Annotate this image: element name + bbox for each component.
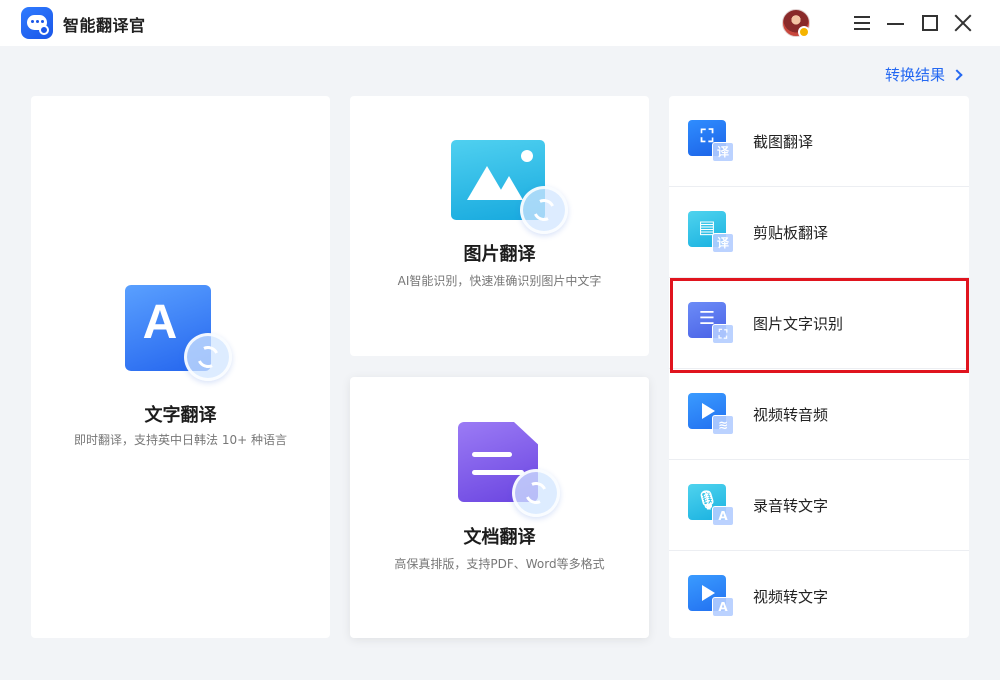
video-to-text-icon: A (688, 575, 736, 619)
image-ocr-icon: ☰ ⛶ (688, 302, 736, 346)
tool-item-video-to-audio[interactable]: ≋ 视频转音频 (669, 369, 969, 460)
conversion-results-link[interactable]: 转换结果 (885, 64, 963, 85)
clipboard-translate-icon: ▤ 译 (688, 211, 736, 255)
sync-icon (512, 469, 560, 517)
tool-item-image-ocr[interactable]: ☰ ⛶ 图片文字识别 (669, 278, 969, 369)
app-logo-icon (21, 7, 53, 39)
tool-label: 录音转文字 (753, 497, 829, 515)
tool-item-clipboard-translate[interactable]: ▤ 译 剪贴板翻译 (669, 187, 969, 278)
sync-icon (184, 333, 232, 381)
maximize-icon[interactable] (920, 13, 940, 33)
screenshot-translate-icon: ⛶ 译 (688, 120, 736, 164)
image-translate-card[interactable]: 图片翻译 AI智能识别，快速准确识别图片中文字 (350, 96, 649, 356)
text-translate-title: 文字翻译 (144, 405, 217, 426)
text-translate-desc: 即时翻译，支持英中日韩法 10+ 种语言 (74, 433, 287, 447)
tool-item-audio-to-text[interactable]: 🎙 A 录音转文字 (669, 460, 969, 551)
video-to-audio-icon: ≋ (688, 393, 736, 437)
document-translate-desc: 高保真排版，支持PDF、Word等多格式 (394, 557, 605, 571)
tool-label: 剪贴板翻译 (753, 224, 829, 242)
image-translate-title: 图片翻译 (463, 244, 536, 265)
chevron-right-icon (951, 69, 963, 81)
text-translate-card[interactable]: A 文字翻译 即时翻译，支持英中日韩法 10+ 种语言 (31, 96, 330, 638)
tool-label: 视频转文字 (753, 588, 829, 606)
tool-item-video-to-text[interactable]: A 视频转文字 (669, 551, 969, 642)
app-title: 智能翻译官 (63, 16, 146, 35)
minimize-icon[interactable] (886, 13, 906, 33)
tools-list: ⛶ 译 截图翻译 ▤ 译 剪贴板翻译 ☰ ⛶ 图片文字识别 ≋ 视频转音频 � (669, 96, 969, 638)
vip-badge-icon (798, 26, 810, 38)
audio-to-text-icon: 🎙 A (688, 484, 736, 528)
sync-icon (520, 186, 568, 234)
tool-label: 图片文字识别 (753, 315, 844, 333)
tool-label: 视频转音频 (753, 406, 829, 424)
image-translate-desc: AI智能识别，快速准确识别图片中文字 (397, 274, 602, 288)
close-icon[interactable] (953, 13, 973, 33)
conversion-results-label: 转换结果 (885, 66, 946, 84)
document-translate-title: 文档翻译 (463, 527, 536, 548)
tool-item-screenshot-translate[interactable]: ⛶ 译 截图翻译 (669, 96, 969, 187)
document-translate-card[interactable]: 文档翻译 高保真排版，支持PDF、Word等多格式 (350, 377, 649, 638)
tool-label: 截图翻译 (753, 133, 814, 151)
title-bar: 智能翻译官 (0, 0, 1000, 46)
menu-icon[interactable] (852, 13, 872, 33)
